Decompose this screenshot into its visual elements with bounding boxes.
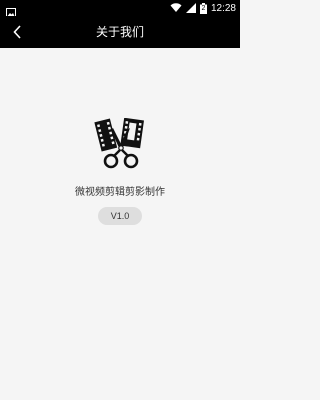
status-bar: 2 12:28 (0, 0, 240, 18)
status-icons: 2 12:28 (170, 0, 236, 16)
battery-level: 2 (201, 4, 206, 12)
scissors-film-icon (94, 117, 148, 170)
wifi-icon (170, 3, 182, 13)
signal-icon (185, 3, 196, 13)
about-screen: 2 12:28 关于我们 微视频剪辑剪影制作 V1.0 (0, 0, 240, 400)
version-badge: V1.0 (98, 207, 142, 225)
image-icon (6, 3, 16, 18)
status-time: 12:28 (210, 2, 236, 14)
page-title: 关于我们 (95, 25, 144, 39)
toolbar: 关于我们 (0, 16, 240, 48)
about-content: 微视频剪辑剪影制作 V1.0 (0, 48, 240, 400)
battery-icon: 2 (199, 2, 207, 14)
app-name: 微视频剪辑剪影制作 (75, 187, 165, 198)
